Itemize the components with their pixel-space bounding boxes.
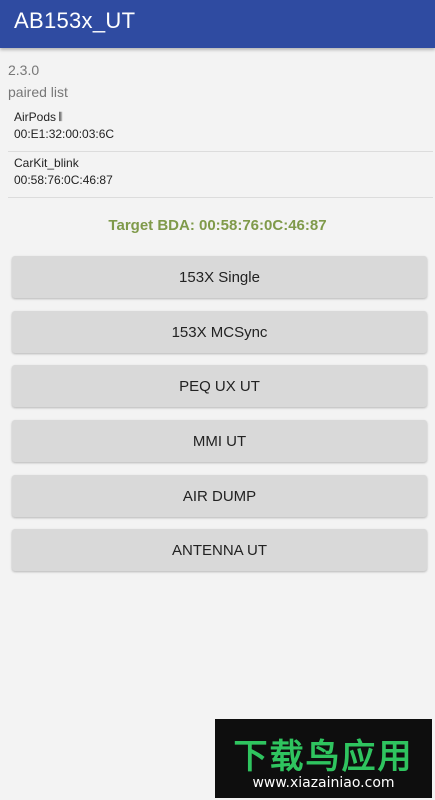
mcsync-153x-button[interactable]: 153X MCSync — [12, 311, 427, 353]
watermark-url: www.xiazainiao.com — [252, 775, 395, 791]
watermark-brand: 下载鸟应用 — [233, 737, 414, 777]
device-address: 00:58:76:0C:46:87 — [14, 173, 113, 187]
paired-device-item[interactable]: AirPods 𝄃 00:E1:32:00:03:6C — [8, 106, 433, 152]
paired-device-item[interactable]: CarKit_blink 00:58:76:0C:46:87 — [8, 152, 433, 198]
target-bda-label: Target BDA: 00:58:76:0C:46:87 — [108, 217, 327, 234]
device-address: 00:E1:32:00:03:6C — [14, 127, 115, 141]
antenna-ut-button[interactable]: ANTENNA UT — [12, 529, 427, 571]
paired-list-label: paired list — [8, 84, 68, 100]
single-153x-button[interactable]: 153X Single — [12, 256, 427, 298]
watermark-logo: 下载鸟应用 www.xiazainiao.com — [215, 719, 432, 798]
paired-device-list: AirPods 𝄃 00:E1:32:00:03:6C CarKit_blink… — [8, 106, 433, 198]
device-name: AirPods 𝄃 — [14, 110, 63, 124]
app-bar: AB153x_UT — [0, 0, 435, 48]
peq-ux-ut-button[interactable]: PEQ UX UT — [12, 365, 427, 407]
mmi-ut-button[interactable]: MMI UT — [12, 420, 427, 462]
air-dump-button[interactable]: AIR DUMP — [12, 475, 427, 517]
device-name: CarKit_blink — [14, 156, 79, 170]
version-text: 2.3.0 — [8, 62, 40, 78]
app-title: AB153x_UT — [14, 8, 136, 33]
